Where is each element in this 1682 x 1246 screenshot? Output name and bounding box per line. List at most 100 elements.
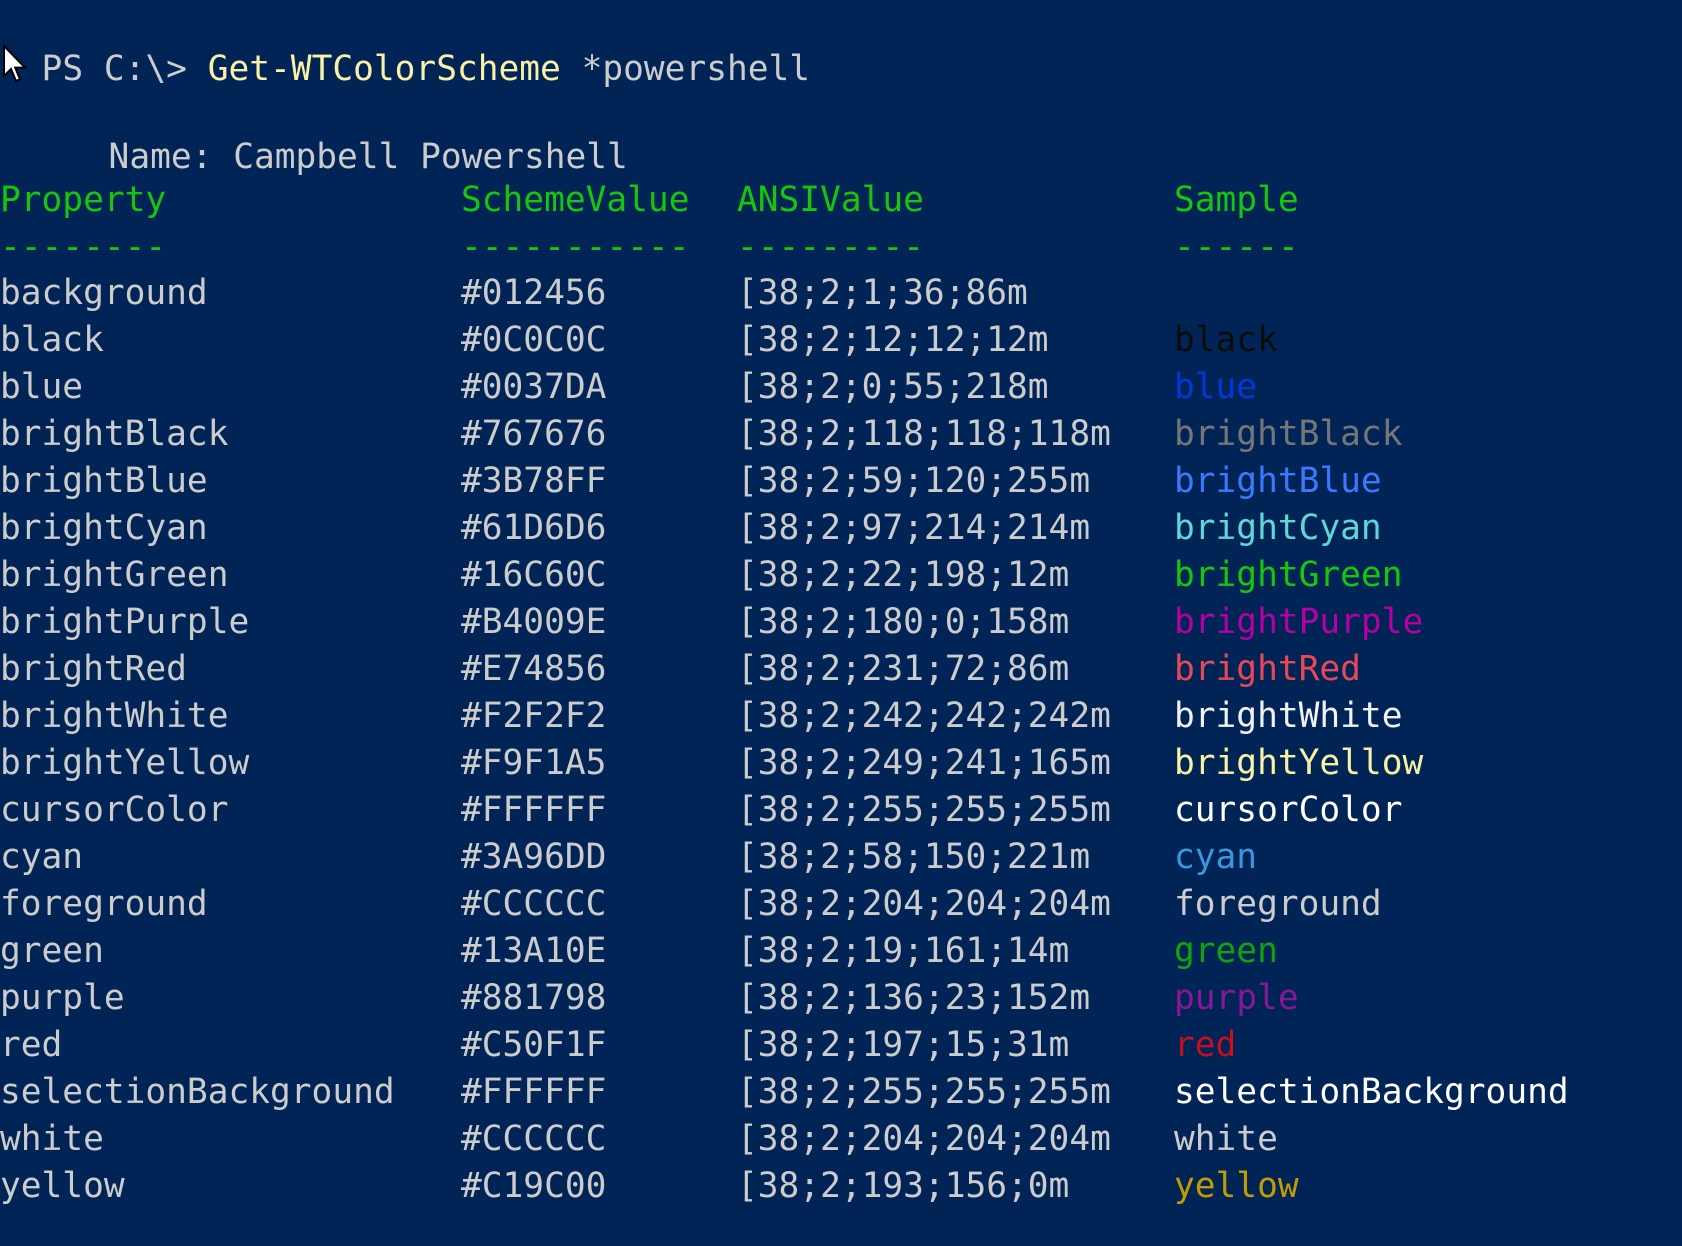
- sample-cell: blue: [1174, 367, 1258, 407]
- scheme-value-cell: #881798: [461, 978, 607, 1018]
- sample-cell: brightBlack: [1174, 414, 1403, 454]
- table-row: purple #881798 [38;2;136;23;152m purple: [0, 975, 1682, 1021]
- sample-cell: brightYellow: [1174, 743, 1424, 783]
- underline-property: --------: [0, 227, 167, 267]
- table-row: background #012456 [38;2;1;36;86m: [0, 270, 1682, 316]
- property-cell: yellow: [0, 1166, 125, 1206]
- scheme-value-cell: #0C0C0C: [461, 320, 607, 360]
- ansi-value-cell: [38;2;180;0;158m: [737, 602, 1070, 642]
- property-cell: green: [0, 931, 104, 971]
- property-cell: brightBlack: [0, 414, 229, 454]
- scheme-value-cell: #CCCCCC: [461, 884, 607, 924]
- header-property: Property: [0, 180, 167, 220]
- sample-cell: brightWhite: [1174, 696, 1403, 736]
- sample-cell: selectionBackground: [1174, 1072, 1569, 1112]
- mouse-pointer-icon: [3, 44, 28, 83]
- sample-cell: brightRed: [1174, 649, 1361, 689]
- scheme-value-cell: #CCCCCC: [461, 1119, 607, 1159]
- scheme-name-line: Name: Campbell Powershell: [67, 88, 628, 177]
- ansi-value-cell: [38;2;204;204;204m: [737, 1119, 1111, 1159]
- table-header: Property SchemeValue ANSIValue Sample: [0, 177, 1682, 223]
- scheme-value-cell: #3A96DD: [461, 837, 607, 877]
- property-cell: black: [0, 320, 104, 360]
- header-sample: Sample: [1174, 180, 1299, 220]
- ansi-value-cell: [38;2;231;72;86m: [737, 649, 1070, 689]
- scheme-value-cell: #FFFFFF: [461, 1072, 607, 1112]
- table-row: red #C50F1F [38;2;197;15;31m red: [0, 1022, 1682, 1068]
- property-cell: brightPurple: [0, 602, 250, 642]
- table-row: brightWhite #F2F2F2 [38;2;242;242;242m brig…: [0, 693, 1682, 739]
- ansi-value-cell: [38;2;22;198;12m: [737, 555, 1070, 595]
- sample-cell: cursorColor: [1174, 790, 1403, 830]
- table-row: black #0C0C0C [38;2;12;12;12m black: [0, 317, 1682, 363]
- property-cell: brightWhite: [0, 696, 229, 736]
- sample-cell: cyan: [1174, 837, 1258, 877]
- property-cell: brightCyan: [0, 508, 208, 548]
- table-row: brightBlue #3B78FF [38;2;59;120;255m bright…: [0, 458, 1682, 504]
- table-row: brightYellow #F9F1A5 [38;2;249;241;165m bri…: [0, 740, 1682, 786]
- scheme-value-cell: #3B78FF: [461, 461, 607, 501]
- prompt-line: PS C:\> Get-WTColorScheme *powershell: [0, 0, 811, 89]
- ansi-value-cell: [38;2;118;118;118m: [737, 414, 1111, 454]
- header-ansi-value: ANSIValue: [737, 180, 924, 220]
- table-row: brightRed #E74856 [38;2;231;72;86m brightRe…: [0, 646, 1682, 692]
- sample-cell: brightCyan: [1174, 508, 1382, 548]
- command-text: Get-WTColorScheme: [207, 49, 561, 89]
- property-cell: white: [0, 1119, 104, 1159]
- ansi-value-cell: [38;2;197;15;31m: [737, 1025, 1070, 1065]
- table-row: brightGreen #16C60C [38;2;22;198;12m bright…: [0, 552, 1682, 598]
- property-cell: blue: [0, 367, 84, 407]
- property-cell: brightRed: [0, 649, 187, 689]
- property-cell: foreground: [0, 884, 208, 924]
- scheme-value-cell: #61D6D6: [461, 508, 607, 548]
- scheme-value-cell: #767676: [461, 414, 607, 454]
- table-row: brightBlack #767676 [38;2;118;118;118m brig…: [0, 411, 1682, 457]
- scheme-value-cell: #F9F1A5: [461, 743, 607, 783]
- sample-cell: red: [1174, 1025, 1237, 1065]
- sample-cell: black: [1174, 320, 1278, 360]
- underline-scheme-value: -----------: [461, 227, 690, 267]
- table-row: yellow #C19C00 [38;2;193;156;0m yellow: [0, 1163, 1682, 1209]
- ansi-value-cell: [38;2;249;241;165m: [737, 743, 1111, 783]
- scheme-value-cell: #0037DA: [461, 367, 607, 407]
- ansi-value-cell: [38;2;58;150;221m: [737, 837, 1091, 877]
- sample-cell: brightPurple: [1174, 602, 1424, 642]
- command-argument: *powershell: [560, 49, 811, 89]
- scheme-value-cell: #C50F1F: [461, 1025, 607, 1065]
- table-row: white #CCCCCC [38;2;204;204;204m white: [0, 1116, 1682, 1162]
- scheme-name-value: Campbell Powershell: [233, 137, 628, 177]
- scheme-value-cell: #B4009E: [461, 602, 607, 642]
- table-row: cyan #3A96DD [38;2;58;150;221m cyan: [0, 834, 1682, 880]
- scheme-value-cell: #13A10E: [461, 931, 607, 971]
- table-row: foreground #CCCCCC [38;2;204;204;204m foreg…: [0, 881, 1682, 927]
- property-cell: brightBlue: [0, 461, 208, 501]
- table-row: selectionBackground #FFFFFF [38;2;255;255;…: [0, 1069, 1682, 1115]
- ansi-value-cell: [38;2;136;23;152m: [737, 978, 1091, 1018]
- table-row: brightPurple #B4009E [38;2;180;0;158m brigh…: [0, 599, 1682, 645]
- ansi-value-cell: [38;2;0;55;218m: [737, 367, 1049, 407]
- property-cell: background: [0, 273, 208, 313]
- underline-ansi-value: ---------: [737, 227, 924, 267]
- underline-sample: ------: [1174, 227, 1299, 267]
- property-cell: purple: [0, 978, 125, 1018]
- property-cell: cyan: [0, 837, 84, 877]
- property-cell: selectionBackground: [0, 1072, 395, 1112]
- scheme-value-cell: #FFFFFF: [461, 790, 607, 830]
- header-scheme-value: SchemeValue: [461, 180, 690, 220]
- terminal-window[interactable]: { "prompt": { "ps": "PS C:\\> ", "comman…: [0, 0, 1682, 1246]
- sample-cell: yellow: [1174, 1166, 1299, 1206]
- ansi-value-cell: [38;2;204;204;204m: [737, 884, 1111, 924]
- ansi-value-cell: [38;2;59;120;255m: [737, 461, 1091, 501]
- ansi-value-cell: [38;2;19;161;14m: [737, 931, 1070, 971]
- scheme-value-cell: #F2F2F2: [461, 696, 607, 736]
- ansi-value-cell: [38;2;1;36;86m: [737, 273, 1028, 313]
- ansi-value-cell: [38;2;255;255;255m: [737, 1072, 1111, 1112]
- table-header-underline: -------- ----------- --------- ------: [0, 224, 1682, 270]
- table-row: cursorColor #FFFFFF [38;2;255;255;255m curs…: [0, 787, 1682, 833]
- property-cell: brightYellow: [0, 743, 250, 783]
- ansi-value-cell: [38;2;255;255;255m: [737, 790, 1111, 830]
- scheme-value-cell: #E74856: [461, 649, 607, 689]
- scheme-value-cell: #C19C00: [461, 1166, 607, 1206]
- prompt-text: PS C:\>: [41, 49, 208, 89]
- ansi-value-cell: [38;2;242;242;242m: [737, 696, 1111, 736]
